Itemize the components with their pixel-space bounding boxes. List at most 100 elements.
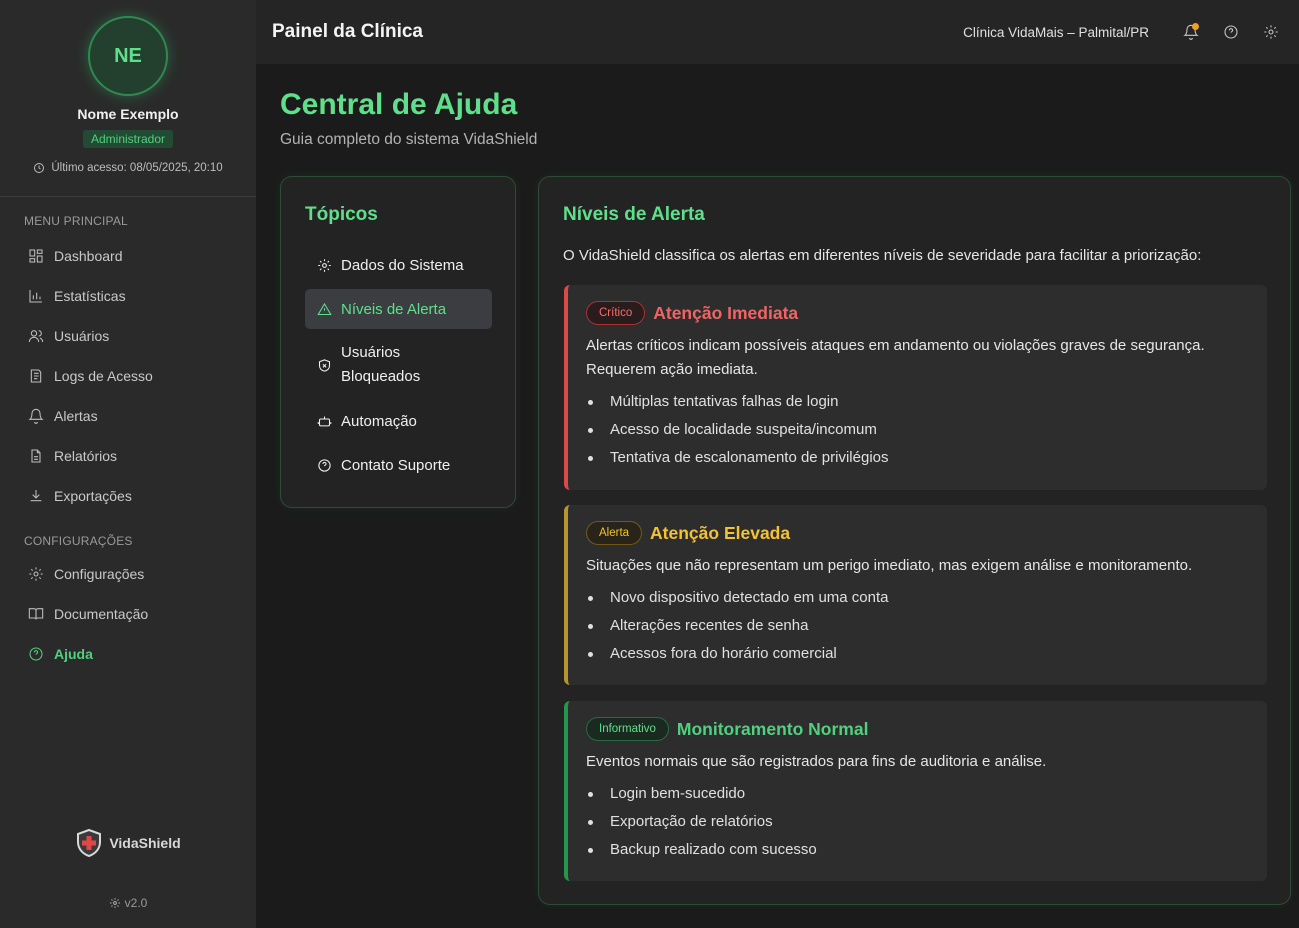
topics-title: Tópicos <box>305 204 378 225</box>
list-item: Acessos fora do horário comercial <box>586 642 1251 670</box>
list-item: Tentativa de escalonamento de privilégio… <box>586 446 1251 474</box>
alert-level-examples: Login bem-sucedido Exportação de relatór… <box>586 782 1251 866</box>
file-icon <box>31 449 41 463</box>
bell-icon <box>28 408 44 424</box>
alert-level-title: Atenção Elevada <box>650 522 791 543</box>
notifications-button[interactable] <box>1171 12 1211 52</box>
users-icon <box>28 330 44 343</box>
topic-usuarios-bloqueados[interactable]: Usuários Bloqueados <box>305 333 492 397</box>
warning-triangle-icon <box>317 302 332 315</box>
sidebar-item-label: Documentação <box>54 606 149 622</box>
header-actions: Clínica VidaMais – Palmital/PR <box>963 12 1299 52</box>
sidebar-item-ajuda[interactable]: Ajuda <box>0 634 256 674</box>
gear-icon <box>109 898 120 908</box>
topic-niveis-de-alerta[interactable]: Níveis de Alerta <box>305 289 492 329</box>
list-item: Múltiplas tentativas falhas de login <box>586 390 1251 418</box>
content-title: Níveis de Alerta <box>563 204 705 225</box>
gear-icon <box>29 567 43 581</box>
topic-contato-suporte[interactable]: Contato Suporte <box>305 445 492 485</box>
help-circle-icon <box>29 647 43 661</box>
sidebar-item-label: Exportações <box>54 488 132 504</box>
sidebar-item-logs[interactable]: Logs de Acesso <box>0 356 256 396</box>
topic-label: Contato Suporte <box>341 456 451 474</box>
sidebar-item-label: Alertas <box>54 408 98 424</box>
last-access: Último acesso: 08/05/2025, 20:10 <box>33 162 223 174</box>
sidebar-item-usuarios[interactable]: Usuários <box>0 316 256 356</box>
settings-button[interactable] <box>1251 12 1291 52</box>
dashboard-icon <box>29 249 43 263</box>
sidebar-item-exportacoes[interactable]: Exportações <box>0 476 256 516</box>
sidebar-item-label: Relatórios <box>54 448 118 464</box>
page-title: Central de Ajuda <box>280 88 518 121</box>
config-menu: Configurações Documentação Ajuda <box>0 554 256 674</box>
page-subtitle: Guia completo do sistema VidaShield <box>280 131 538 148</box>
gear-icon <box>318 258 331 272</box>
alert-level-card-info: Informativo Monitoramento Normal Eventos… <box>564 701 1267 881</box>
top-header: Painel da Clínica Clínica VidaMais – Pal… <box>256 0 1299 64</box>
robot-icon <box>317 416 332 426</box>
topic-label: Níveis de Alerta <box>341 300 447 318</box>
last-access-text: Último acesso: 08/05/2025, 20:10 <box>51 162 223 174</box>
topics-panel: Tópicos Dados do Sistema Níveis de Alert… <box>280 176 516 508</box>
list-item: Acesso de localidade suspeita/incomum <box>586 418 1251 446</box>
clock-icon <box>34 163 45 173</box>
clinic-name: Clínica VidaMais – Palmital/PR <box>963 24 1149 40</box>
topic-dados-do-sistema[interactable]: Dados do Sistema <box>305 245 492 285</box>
main-menu: Dashboard Estatísticas Usuários Logs de … <box>0 236 256 516</box>
alert-level-examples: Múltiplas tentativas falhas de login Ace… <box>586 390 1251 474</box>
role-badge: Administrador <box>82 130 174 148</box>
bar-chart-icon <box>29 290 42 303</box>
logs-icon <box>30 369 42 383</box>
severity-badge: Alerta <box>586 521 643 545</box>
section-title-main: MENU PRINCIPAL <box>24 214 128 228</box>
gear-icon <box>1264 25 1278 39</box>
list-item: Alterações recentes de senha <box>586 614 1251 642</box>
sidebar-item-relatorios[interactable]: Relatórios <box>0 436 256 476</box>
brand-name: VidaShield <box>109 835 181 851</box>
sidebar-item-label: Ajuda <box>54 646 93 662</box>
severity-badge: Informativo <box>586 717 669 741</box>
sidebar-item-estatisticas[interactable]: Estatísticas <box>0 276 256 316</box>
alert-level-title: Atenção Imediata <box>653 302 799 323</box>
sidebar: NE Nome Exemplo Administrador Último ace… <box>0 0 256 928</box>
list-item: Backup realizado com sucesso <box>586 838 1251 866</box>
sidebar-item-alertas[interactable]: Alertas <box>0 396 256 436</box>
alert-level-card-warning: Alerta Atenção Elevada Situações que não… <box>564 505 1267 685</box>
avatar: NE <box>88 16 168 96</box>
user-name: Nome Exemplo <box>77 106 179 122</box>
topic-automacao[interactable]: Automação <box>305 401 492 441</box>
alert-level-description: Eventos normais que são registrados para… <box>586 753 1047 770</box>
content-panel: Níveis de Alerta O VidaShield classifica… <box>538 176 1291 905</box>
topic-label: Automação <box>341 412 417 430</box>
alert-level-card-critical: Crítico Atenção Imediata Alertas crítico… <box>564 285 1267 490</box>
alert-level-description: Alertas críticos indicam possíveis ataqu… <box>586 337 1205 378</box>
sidebar-item-label: Estatísticas <box>54 288 126 304</box>
topic-label: Usuários Bloqueados <box>341 344 421 385</box>
alert-level-title: Monitoramento Normal <box>676 718 869 739</box>
help-circle-icon <box>1224 25 1238 39</box>
notification-dot <box>1192 23 1199 30</box>
content-intro: O VidaShield classifica os alertas em di… <box>563 247 1202 264</box>
sidebar-item-configuracoes[interactable]: Configurações <box>0 554 256 594</box>
help-button[interactable] <box>1211 12 1251 52</box>
topic-label: Dados do Sistema <box>341 256 464 274</box>
section-title-config: CONFIGURAÇÕES <box>24 534 133 548</box>
sidebar-item-label: Logs de Acesso <box>54 368 153 384</box>
sidebar-item-label: Dashboard <box>54 248 123 264</box>
help-circle-icon <box>318 458 331 472</box>
topics-list: Dados do Sistema Níveis de Alerta Usuári… <box>305 245 492 485</box>
shield-logo-icon <box>77 828 102 858</box>
sidebar-item-label: Usuários <box>54 328 110 344</box>
list-item: Login bem-sucedido <box>586 782 1251 810</box>
book-icon <box>28 608 44 620</box>
sidebar-item-dashboard[interactable]: Dashboard <box>0 236 256 276</box>
list-item: Novo dispositivo detectado em uma conta <box>586 586 1251 614</box>
brand-logo: VidaShield <box>0 828 256 858</box>
alert-level-description: Situações que não representam um perigo … <box>586 557 1193 574</box>
download-icon <box>30 490 42 502</box>
header-title: Painel da Clínica <box>272 21 423 42</box>
alert-level-examples: Novo dispositivo detectado em uma conta … <box>586 586 1251 670</box>
sidebar-item-documentacao[interactable]: Documentação <box>0 594 256 634</box>
list-item: Exportação de relatórios <box>586 810 1251 838</box>
sidebar-item-label: Configurações <box>54 566 145 582</box>
